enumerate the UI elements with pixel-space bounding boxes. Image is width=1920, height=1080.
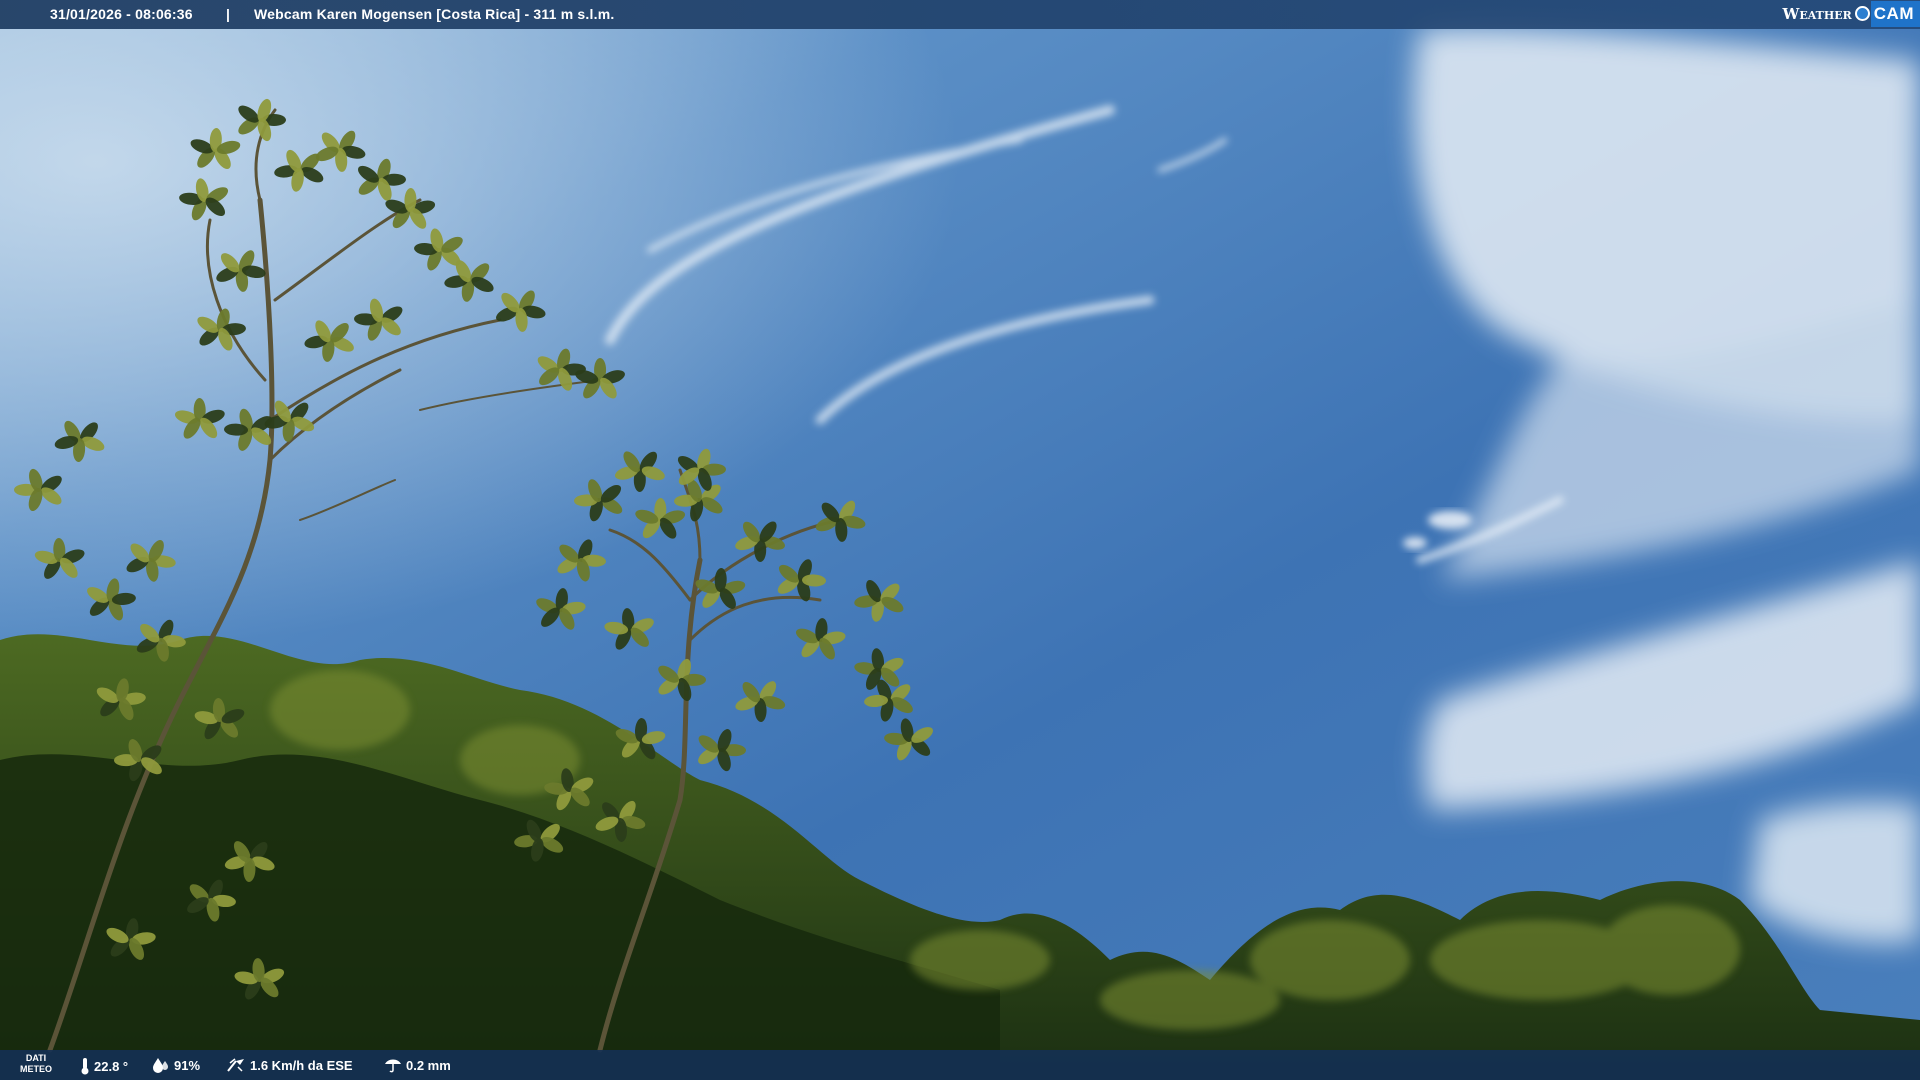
wind-value: 1.6 Km/h da ESE — [250, 1057, 353, 1073]
wind-icon — [227, 1058, 244, 1072]
weathercam-logo[interactable]: Weather CAM — [1783, 0, 1920, 27]
meteo-label-line1: DATI — [25, 1053, 47, 1063]
separator: | — [226, 6, 230, 22]
rain-reading: 0.2 mm — [384, 1057, 451, 1073]
top-info-bar: 31/01/2026 - 08:06:36 | Webcam Karen Mog… — [0, 0, 1920, 29]
rain-value: 0.2 mm — [406, 1057, 451, 1073]
temperature-reading: 22.8 ° — [80, 1057, 128, 1075]
meteo-label-line2: METEO — [19, 1064, 52, 1074]
timestamp: 31/01/2026 - 08:06:36 — [50, 6, 193, 22]
humidity-value: 91% — [174, 1057, 201, 1073]
logo-cam-text: CAM — [1870, 0, 1920, 27]
logo-globe-icon — [1854, 6, 1870, 21]
wind-reading: 1.6 Km/h da ESE — [226, 1057, 353, 1073]
temperature-value: 22.8 ° — [94, 1058, 129, 1074]
webcam-title: Webcam Karen Mogensen [Costa Rica] - 311… — [254, 6, 615, 22]
thermometer-icon — [81, 1058, 89, 1075]
weather-data-bar: DATI METEO 22.8 ° 91% 1.6 Km/h da ESE 0.… — [0, 1050, 1920, 1080]
rain-icon — [385, 1059, 401, 1073]
humidity-reading: 91% — [152, 1057, 200, 1073]
meteo-label: DATI METEO — [18, 1053, 54, 1075]
humidity-drop-icon — [153, 1058, 168, 1073]
webcam-viewport: 31/01/2026 - 08:06:36 | Webcam Karen Mog… — [0, 0, 1920, 1080]
logo-weather-text: Weather — [1782, 4, 1852, 23]
webcam-image — [0, 0, 1920, 1080]
